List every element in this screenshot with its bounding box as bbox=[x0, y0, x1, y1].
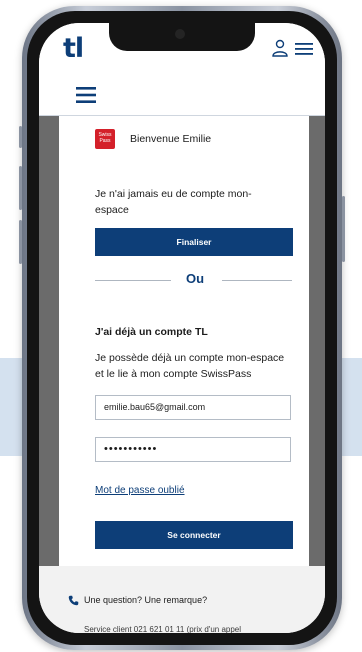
finalize-button[interactable]: Finaliser bbox=[95, 228, 293, 256]
divider-right bbox=[222, 280, 292, 281]
tl-logo[interactable]: tl bbox=[63, 35, 84, 62]
page: tl Swiss Pass Bienvenue Emilie Je n'ai j… bbox=[0, 0, 362, 652]
volume-up-button bbox=[19, 166, 22, 210]
connect-button[interactable]: Se connecter bbox=[95, 521, 293, 549]
volume-down-button bbox=[19, 220, 22, 264]
phone-icon bbox=[68, 595, 79, 606]
notch bbox=[109, 23, 255, 51]
divider-left bbox=[95, 280, 171, 281]
phone-bezel: tl Swiss Pass Bienvenue Emilie Je n'ai j… bbox=[27, 11, 337, 645]
welcome-text: Bienvenue Emilie bbox=[130, 133, 212, 145]
password-field[interactable]: ••••••••••• bbox=[95, 437, 291, 462]
camera-icon bbox=[175, 29, 185, 39]
footer: Une question? Une remarque? Service clie… bbox=[39, 566, 325, 633]
mute-switch bbox=[19, 126, 22, 148]
service-text: Service client 021 621 01 11 (prix d'un … bbox=[84, 625, 242, 633]
divider-text: Ou bbox=[185, 271, 205, 286]
user-icon[interactable] bbox=[271, 39, 289, 57]
forgot-password-link[interactable]: Mot de passe oublié bbox=[95, 485, 185, 496]
existing-account-title: J'ai déjà un compte TL bbox=[95, 326, 208, 338]
existing-account-text: Je possède déjà un compte mon-espace et … bbox=[95, 352, 285, 380]
phone-screen: tl Swiss Pass Bienvenue Emilie Je n'ai j… bbox=[39, 23, 325, 633]
question-text[interactable]: Une question? Une remarque? bbox=[84, 595, 207, 605]
menu-hamburger-icon[interactable] bbox=[76, 87, 96, 103]
email-field[interactable]: emilie.bau65@gmail.com bbox=[95, 395, 291, 420]
content-area: Swiss Pass Bienvenue Emilie Je n'ai jama… bbox=[39, 116, 325, 566]
phone-frame: tl Swiss Pass Bienvenue Emilie Je n'ai j… bbox=[19, 6, 345, 650]
power-button bbox=[342, 196, 345, 262]
swisspass-logo: Swiss Pass bbox=[95, 129, 115, 149]
login-card: Swiss Pass Bienvenue Emilie Je n'ai jama… bbox=[59, 116, 309, 566]
menu-bar bbox=[39, 75, 325, 116]
no-account-text: Je n'ai jamais eu de compte mon-espace bbox=[95, 188, 252, 216]
hamburger-icon[interactable] bbox=[295, 42, 313, 56]
